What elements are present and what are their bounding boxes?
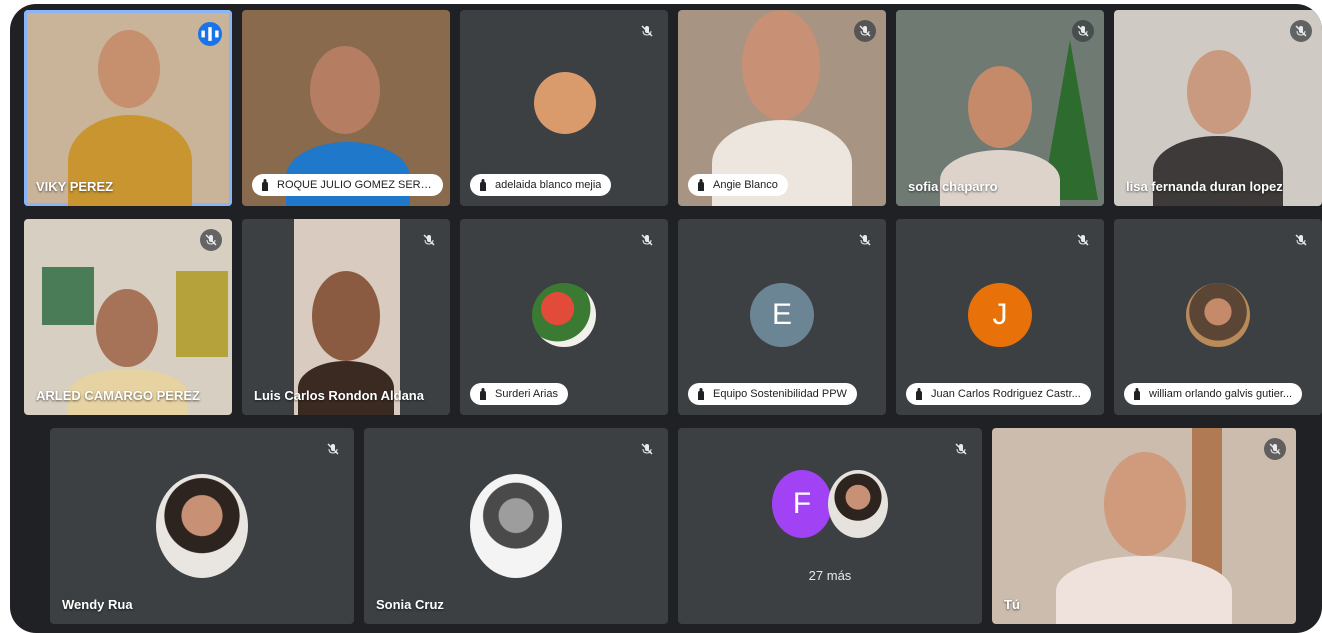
participant-tile[interactable]: Angie Blanco <box>678 10 886 206</box>
avatar <box>1186 283 1250 347</box>
hand-icon <box>916 388 922 400</box>
participant-name-pill: Juan Carlos Rodriguez Castr... <box>906 383 1091 405</box>
avatar <box>532 283 596 347</box>
participant-name: sofia chaparro <box>908 179 998 194</box>
participant-tile[interactable]: adelaida blanco mejia <box>460 10 668 206</box>
participant-tile[interactable]: E Equipo Sostenibilidad PPW <box>678 219 886 415</box>
participant-tile[interactable]: lisa fernanda duran lopez <box>1114 10 1322 206</box>
participant-name-pill: adelaida blanco mejia <box>470 174 612 196</box>
hand-icon <box>698 388 704 400</box>
mic-off-icon <box>636 229 658 251</box>
self-tile[interactable]: Tú <box>992 428 1296 624</box>
mic-off-icon <box>950 438 972 460</box>
mic-off-icon <box>322 438 344 460</box>
mic-off-icon <box>1264 438 1286 460</box>
meeting-grid: VIKY PEREZ ROQUE JULIO GOMEZ SERR... ade… <box>10 4 1322 633</box>
participant-tile[interactable]: Surderi Arias <box>460 219 668 415</box>
mic-off-icon <box>1290 20 1312 42</box>
hand-icon <box>480 179 486 191</box>
hand-icon <box>480 388 486 400</box>
hand-icon <box>262 179 268 191</box>
avatar <box>828 470 888 538</box>
avatar <box>534 72 596 134</box>
mic-off-icon <box>636 20 658 42</box>
participant-name-pill: ROQUE JULIO GOMEZ SERR... <box>252 174 443 196</box>
hand-icon <box>1134 388 1140 400</box>
others-tile[interactable]: F 27 más <box>678 428 982 624</box>
mic-off-icon <box>1072 229 1094 251</box>
participant-name: Tú <box>1004 597 1020 612</box>
participant-tile[interactable]: ARLED CAMARGO PEREZ <box>24 219 232 415</box>
participant-name: Wendy Rua <box>62 597 133 612</box>
mic-off-icon <box>854 20 876 42</box>
participant-tile[interactable]: Luis Carlos Rondon Aldana <box>242 219 450 415</box>
participant-tile[interactable]: Wendy Rua <box>50 428 354 624</box>
participant-tile[interactable]: william orlando galvis gutier... <box>1114 219 1322 415</box>
participant-name: Sonia Cruz <box>376 597 444 612</box>
mic-off-icon <box>1290 229 1312 251</box>
participant-name-pill: Equipo Sostenibilidad PPW <box>688 383 857 405</box>
mic-off-icon <box>636 438 658 460</box>
participant-name: Luis Carlos Rondon Aldana <box>254 388 424 403</box>
hand-icon <box>698 179 704 191</box>
avatar <box>156 474 248 578</box>
participant-name-pill: Angie Blanco <box>688 174 788 196</box>
avatar: F <box>772 470 832 538</box>
participant-name-pill: william orlando galvis gutier... <box>1124 383 1303 405</box>
audio-level-icon <box>198 22 222 46</box>
mic-off-icon <box>854 229 876 251</box>
participant-tile[interactable]: VIKY PEREZ <box>24 10 232 206</box>
mic-off-icon <box>418 229 440 251</box>
participant-tile[interactable]: Sonia Cruz <box>364 428 668 624</box>
participant-name: VIKY PEREZ <box>36 179 114 194</box>
participant-name: ARLED CAMARGO PEREZ <box>36 388 200 403</box>
mic-off-icon <box>200 229 222 251</box>
participant-tile[interactable]: J Juan Carlos Rodriguez Castr... <box>896 219 1104 415</box>
participant-tile[interactable]: ROQUE JULIO GOMEZ SERR... <box>242 10 450 206</box>
participant-tile[interactable]: sofia chaparro <box>896 10 1104 206</box>
more-participants-label: 27 más <box>808 568 852 583</box>
mic-off-icon <box>1072 20 1094 42</box>
avatar <box>470 474 562 578</box>
participant-name: lisa fernanda duran lopez <box>1126 179 1283 194</box>
avatar: E <box>750 283 814 347</box>
participant-name-pill: Surderi Arias <box>470 383 568 405</box>
avatar: J <box>968 283 1032 347</box>
